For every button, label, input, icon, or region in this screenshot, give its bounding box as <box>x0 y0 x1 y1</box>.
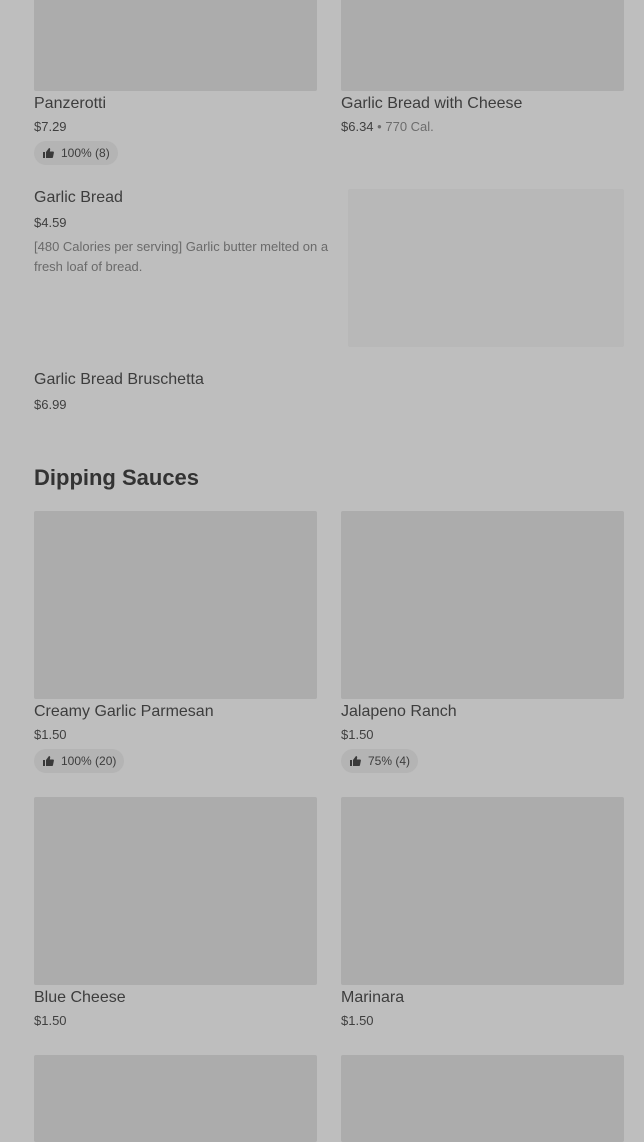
item-price-jalapeno-ranch: $1.50 <box>341 727 374 742</box>
thumbs-up-icon <box>349 755 361 767</box>
item-price-blue-cheese: $1.50 <box>34 1013 67 1028</box>
section-title-dipping-sauces: Dipping Sauces <box>34 465 200 490</box>
price-value: $6.34 <box>341 119 374 134</box>
rating-text: 100% (20) <box>61 754 117 768</box>
item-image-creamy-garlic-parmesan[interactable] <box>34 511 317 699</box>
item-name-garlic-bread[interactable]: Garlic Bread <box>34 188 123 208</box>
item-price-panzerotti: $7.29 <box>34 119 67 134</box>
thumbs-up-icon <box>42 755 54 767</box>
item-name-marinara[interactable]: Marinara <box>341 988 404 1008</box>
separator-dot: • <box>377 119 382 134</box>
rating-text: 100% (8) <box>61 146 110 160</box>
rating-badge-panzerotti: 100% (8) <box>34 141 118 165</box>
calorie-text: 770 Cal. <box>385 119 434 134</box>
item-price-garlic-bread-bruschetta: $6.99 <box>34 397 67 412</box>
item-image-blue-cheese[interactable] <box>34 797 317 985</box>
item-name-panzerotti[interactable]: Panzerotti <box>34 94 106 114</box>
item-image-next-right[interactable] <box>341 1055 624 1142</box>
rating-text: 75% (4) <box>368 754 411 768</box>
item-image-jalapeno-ranch[interactable] <box>341 511 624 699</box>
menu-page: Panzerotti $7.29 100% (8) Garlic Bread w… <box>0 0 644 1142</box>
item-name-garlic-bread-bruschetta[interactable]: Garlic Bread Bruschetta <box>34 370 204 390</box>
item-name-blue-cheese[interactable]: Blue Cheese <box>34 988 126 1008</box>
rating-badge-jalapeno-ranch: 75% (4) <box>341 749 419 773</box>
rating-badge-creamy-garlic-parmesan: 100% (20) <box>34 749 125 773</box>
item-image-marinara[interactable] <box>341 797 624 985</box>
item-image-panzerotti[interactable] <box>34 0 317 91</box>
thumbs-up-icon <box>42 147 54 159</box>
item-price-garlic-bread: $4.59 <box>34 215 67 230</box>
item-name-jalapeno-ranch[interactable]: Jalapeno Ranch <box>341 702 457 722</box>
item-description-garlic-bread: [480 Calories per serving] Garlic butter… <box>34 239 329 274</box>
item-price-creamy-garlic-parmesan: $1.50 <box>34 727 67 742</box>
item-price-marinara: $1.50 <box>341 1013 374 1028</box>
item-price-garlic-bread-with-cheese: $6.34 • 770 Cal. <box>341 119 434 135</box>
item-image-next-left[interactable] <box>34 1055 317 1142</box>
item-image-garlic-bread[interactable] <box>348 189 624 347</box>
item-image-garlic-bread-with-cheese[interactable] <box>341 0 624 91</box>
item-name-garlic-bread-with-cheese[interactable]: Garlic Bread with Cheese <box>341 94 522 114</box>
item-name-creamy-garlic-parmesan[interactable]: Creamy Garlic Parmesan <box>34 702 214 722</box>
